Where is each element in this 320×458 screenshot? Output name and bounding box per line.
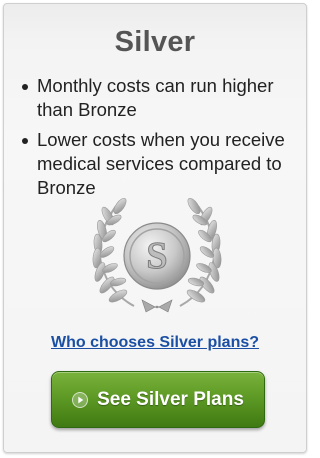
silver-medal-icon: S — [92, 197, 222, 313]
feature-item: Monthly costs can run higher than Bronze — [20, 74, 294, 122]
feature-text: Monthly costs can run higher than Bronze — [37, 75, 274, 120]
who-chooses-silver-link[interactable]: Who chooses Silver plans? — [4, 334, 306, 352]
plan-title: Silver — [114, 26, 196, 58]
medal-letter: S — [146, 235, 167, 277]
play-circle-icon — [72, 391, 89, 408]
bullet-dot-icon — [22, 138, 28, 144]
silver-plan-card: Silver Monthly costs can run higher than… — [3, 3, 307, 453]
feature-item: Lower costs when you receive medical ser… — [20, 128, 294, 200]
feature-text: Lower costs when you receive medical ser… — [37, 129, 285, 198]
feature-list: Monthly costs can run higher than Bronze… — [20, 74, 294, 206]
see-silver-plans-button[interactable]: See Silver Plans — [51, 371, 265, 428]
bullet-dot-icon — [22, 84, 28, 90]
see-silver-plans-label: See Silver Plans — [97, 388, 244, 410]
